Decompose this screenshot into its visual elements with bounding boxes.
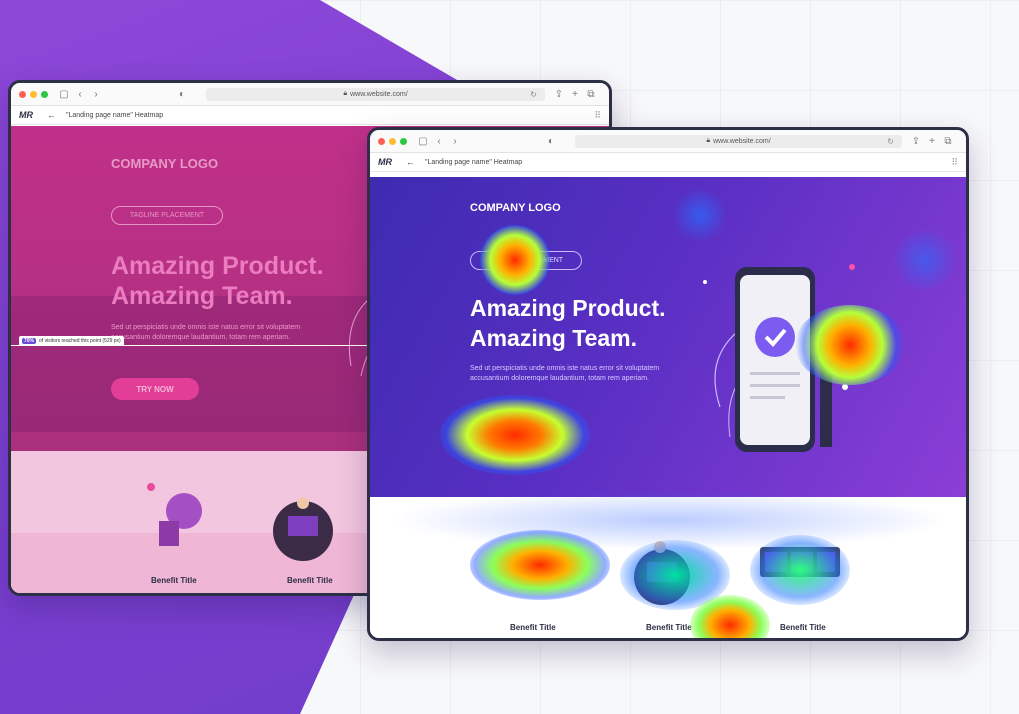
browser-toolbar: ▢ ‹ › ◐ 🔒︎ www.website.com/ ↻ ⇪ + ⧉ [370, 130, 966, 153]
scroll-text: of visitors reached this point (529 px) [39, 338, 121, 344]
plus-icon[interactable]: + [569, 89, 581, 100]
app-logo: MR [19, 110, 33, 120]
benefit-illustration-2 [273, 497, 333, 561]
chevron-left-icon[interactable]: ‹ [74, 89, 86, 100]
chevron-left-icon[interactable]: ‹ [433, 136, 445, 147]
benefit-illustration-1 [513, 548, 557, 592]
lock-icon: 🔒︎ [343, 90, 348, 97]
reload-icon[interactable]: ↻ [530, 90, 537, 99]
headline-line-2: Amazing Team. [470, 325, 637, 351]
headline-line-1: Amazing Product. [470, 295, 666, 321]
reload-icon[interactable]: ↻ [887, 137, 894, 146]
share-icon[interactable]: ⇪ [553, 89, 565, 100]
scroll-percent: 70% [22, 338, 37, 344]
shield-icon: ◐ [178, 88, 186, 100]
chevron-right-icon[interactable]: › [90, 89, 102, 100]
back-arrow-icon[interactable]: ← [47, 110, 56, 120]
heatmap-title: "Landing page name" Heatmap [425, 158, 523, 166]
app-logo: MR [378, 157, 392, 167]
benefit-title-3: Benefit Title [780, 623, 826, 632]
grid-icon[interactable]: ⠿ [594, 110, 601, 121]
benefit-title-2: Benefit Title [287, 576, 333, 585]
address-bar[interactable]: 🔒︎ www.website.com/ ↻ [575, 134, 902, 148]
tagline-pill: TAGLINE PLACEMENT [111, 206, 223, 225]
lock-icon: 🔒︎ [706, 137, 711, 144]
hero-section [370, 177, 966, 497]
url-text: www.website.com/ [713, 137, 771, 145]
plus-icon[interactable]: + [926, 136, 938, 147]
benefit-illustration-3 [760, 547, 840, 577]
benefit-illustration-1 [147, 483, 202, 546]
address-bar[interactable]: 🔒︎ www.website.com/ ↻ [206, 87, 545, 101]
heatmap-title: "Landing page name" Heatmap [66, 111, 164, 119]
app-header: MR ← "Landing page name" Heatmap ⠿ [11, 106, 609, 125]
try-now-button[interactable]: TRY NOW [111, 378, 199, 400]
headline: Amazing Product. Amazing Team. [470, 293, 666, 353]
scroll-depth-label: 70% of visitors reached this point (529 … [19, 336, 124, 346]
click-heatmap-window: ▢ ‹ › ◐ 🔒︎ www.website.com/ ↻ ⇪ + ⧉ MR ←… [367, 127, 969, 641]
traffic-lights-icon[interactable] [19, 90, 48, 98]
app-header: MR ← "Landing page name" Heatmap ⠿ [370, 153, 966, 172]
hero-phone-illustration [703, 264, 855, 452]
benefits-section: Benefit Title Benefit Title Benefit Titl… [370, 497, 966, 638]
tabs-icon[interactable]: ⧉ [585, 89, 597, 100]
traffic-lights-icon[interactable] [378, 137, 407, 145]
sidebar-icon[interactable]: ▢ [417, 136, 429, 147]
company-logo: COMPANY LOGO [111, 156, 219, 171]
hero-body-text: Sed ut perspiciatis unde omnis iste natu… [470, 365, 660, 382]
benefit-illustration-2 [634, 541, 690, 605]
sidebar-icon[interactable]: ▢ [58, 89, 70, 100]
benefit-title-1: Benefit Title [151, 576, 197, 585]
headline: Amazing Product. Amazing Team. [111, 251, 324, 311]
shield-icon: ◐ [547, 135, 555, 147]
share-icon[interactable]: ⇪ [910, 136, 922, 147]
chevron-right-icon[interactable]: › [449, 136, 461, 147]
tagline-pill: TAGLINE PLACEMENT [470, 251, 582, 270]
back-arrow-icon[interactable]: ← [406, 157, 415, 167]
company-logo: COMPANY LOGO [470, 202, 561, 214]
grid-icon[interactable]: ⠿ [951, 157, 958, 168]
benefit-title-1: Benefit Title [510, 623, 556, 632]
hero-body-text: Sed ut perspiciatis unde omnis iste natu… [111, 324, 301, 341]
browser-toolbar: ▢ ‹ › ◐ 🔒︎ www.website.com/ ↻ ⇪ + ⧉ [11, 83, 609, 106]
tabs-icon[interactable]: ⧉ [942, 136, 954, 147]
benefit-title-2: Benefit Title [646, 623, 692, 632]
url-text: www.website.com/ [350, 90, 408, 98]
headline-line-1: Amazing Product. [111, 252, 324, 280]
headline-line-2: Amazing Team. [111, 282, 293, 310]
